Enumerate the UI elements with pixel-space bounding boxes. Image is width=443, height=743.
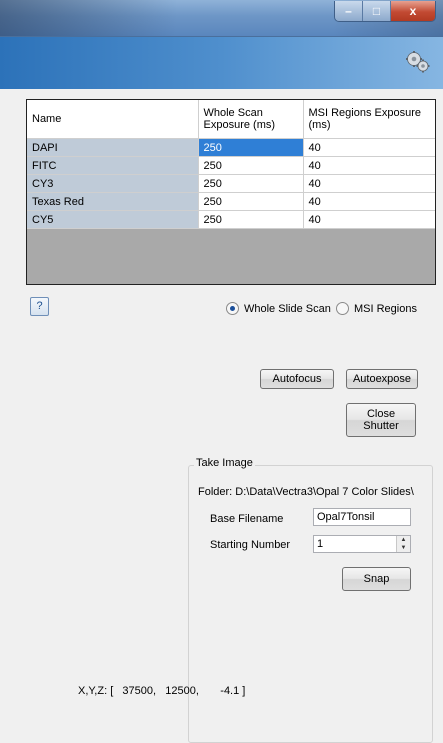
whole-slide-scan-radio[interactable]: Whole Slide Scan <box>226 302 331 315</box>
filter-name-cell[interactable]: CY5 <box>27 210 199 229</box>
table-row: DAPI 250 40 <box>27 138 435 157</box>
grid-header-row: Name Whole Scan Exposure (ms) MSI Region… <box>27 100 435 139</box>
close-button[interactable]: x <box>391 1 435 21</box>
table-row: FITC 250 40 <box>27 156 435 175</box>
exposure-grid: Name Whole Scan Exposure (ms) MSI Region… <box>26 99 436 285</box>
column-header-msi[interactable]: MSI Regions Exposure (ms) <box>303 100 435 139</box>
base-filename-input[interactable]: Opal7Tonsil <box>313 508 411 526</box>
autofocus-button[interactable]: Autofocus <box>260 369 334 389</box>
filter-name-cell[interactable]: CY3 <box>27 174 199 193</box>
whole-scan-exposure-cell[interactable]: 250 <box>198 174 304 193</box>
msi-exposure-cell[interactable]: 40 <box>303 192 435 211</box>
whole-scan-exposure-cell[interactable]: 250 <box>198 192 304 211</box>
main-panel: Name Whole Scan Exposure (ms) MSI Region… <box>0 89 443 743</box>
starting-number-stepper[interactable]: 1 ▲ ▼ <box>313 535 411 553</box>
msi-regions-label: MSI Regions <box>354 302 417 315</box>
close-shutter-button[interactable]: Close Shutter <box>346 403 416 437</box>
whole-scan-exposure-cell[interactable]: 250 <box>198 138 304 157</box>
column-header-whole-scan[interactable]: Whole Scan Exposure (ms) <box>198 100 304 139</box>
autoexpose-button[interactable]: Autoexpose <box>346 369 418 389</box>
folder-path: Folder: D:\Data\Vectra3\Opal 7 Color Sli… <box>198 486 414 498</box>
maximize-button[interactable]: □ <box>363 1 391 21</box>
take-image-title: Take Image <box>194 457 255 469</box>
msi-exposure-cell[interactable]: 40 <box>303 138 435 157</box>
filter-name-cell[interactable]: Texas Red <box>27 192 199 211</box>
close-shutter-label-line1: Close <box>366 408 396 420</box>
table-row: CY3 250 40 <box>27 174 435 193</box>
gears-icon[interactable] <box>405 49 431 75</box>
help-button[interactable]: ? <box>30 297 49 316</box>
snap-button[interactable]: Snap <box>342 567 411 591</box>
app-header <box>0 37 443 89</box>
msi-regions-radio[interactable]: MSI Regions <box>336 302 417 315</box>
title-bar: – □ x <box>0 0 443 37</box>
stage-position-readout: X,Y,Z: [ 37500, 12500, -4.1 ] <box>78 685 246 697</box>
whole-scan-exposure-cell[interactable]: 250 <box>198 156 304 175</box>
table-row: CY5 250 40 <box>27 210 435 229</box>
take-image-group <box>188 465 433 743</box>
msi-exposure-cell[interactable]: 40 <box>303 174 435 193</box>
filter-name-cell[interactable]: DAPI <box>27 138 199 157</box>
chevron-down-icon[interactable]: ▼ <box>397 544 410 552</box>
whole-scan-exposure-cell[interactable]: 250 <box>198 210 304 229</box>
base-filename-label: Base Filename <box>210 513 284 525</box>
msi-exposure-cell[interactable]: 40 <box>303 210 435 229</box>
minimize-button[interactable]: – <box>335 1 363 21</box>
close-shutter-label-line2: Shutter <box>363 420 399 432</box>
radio-unselected-icon <box>336 302 349 315</box>
msi-exposure-cell[interactable]: 40 <box>303 156 435 175</box>
filter-name-cell[interactable]: FITC <box>27 156 199 175</box>
chevron-up-icon[interactable]: ▲ <box>397 536 410 544</box>
stepper-arrows[interactable]: ▲ ▼ <box>396 536 410 552</box>
window-controls: – □ x <box>334 1 436 22</box>
starting-number-label: Starting Number <box>210 539 291 551</box>
whole-slide-scan-label: Whole Slide Scan <box>244 302 331 315</box>
column-header-name[interactable]: Name <box>27 100 199 139</box>
starting-number-value: 1 <box>317 538 324 550</box>
table-row: Texas Red 250 40 <box>27 192 435 211</box>
radio-selected-icon <box>226 302 239 315</box>
